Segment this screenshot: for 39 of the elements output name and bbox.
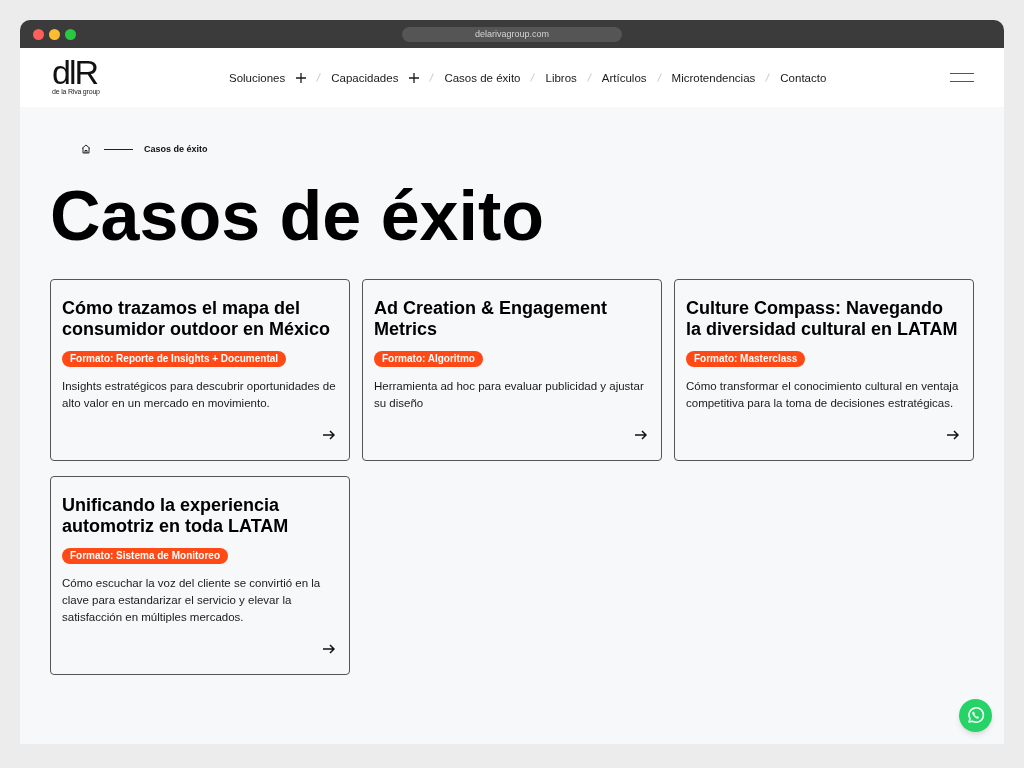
nav-link[interactable]: Casos de éxito: [444, 70, 521, 85]
phone-bubble-icon: [966, 706, 985, 725]
format-badge: Formato: Reporte de Insights + Documental: [62, 351, 287, 367]
page-title: Casos de éxito: [50, 178, 546, 254]
nav-link[interactable]: Libros: [545, 70, 577, 85]
maximize-window-icon[interactable]: [65, 28, 76, 40]
card-title: Culture Compass: Navegando la diversidad cultural en LATAM: [686, 298, 959, 340]
home-icon[interactable]: [81, 144, 91, 154]
minimize-window-icon[interactable]: [49, 28, 60, 40]
case-study-card[interactable]: [50, 476, 350, 675]
logo-wordmark[interactable]: dlR: [52, 59, 98, 86]
card-title: Cómo trazamos el mapa del consumidor outdoor en México: [62, 298, 331, 340]
breadcrumb-current: Casos de éxito: [144, 144, 208, 154]
format-badge: Formato: Algoritmo: [374, 351, 483, 367]
nav-link[interactable]: Microtendencias: [671, 70, 756, 85]
card-description: Cómo escuchar la voz del cliente se convirtió en la clave para estandarizar el servicio y elevar la satisfacción en múltiples mercados.: [62, 576, 322, 625]
card-description: Herramienta ad hoc para evaluar publicidad y ajustar su diseño: [374, 379, 645, 411]
case-study-card[interactable]: Cómo trazamos el mapa del consumidor outdoor en México Formato: Reporte de Insights + Documental Insights estratégicos para descubrir oportunidades de alto valor en un mercado en movimiento.: [50, 279, 350, 461]
plus-icon[interactable]: [409, 72, 420, 83]
case-study-card[interactable]: Culture Compass: Navegando la diversidad cultural en LATAM Formato: Masterclass Cómo transformar el conocimiento cultural en ventaja competitiva para la toma de decisiones estratégicas.: [674, 279, 974, 461]
format-badge: Formato: Masterclass: [686, 351, 806, 367]
card-title: Unificando la experiencia automotriz en toda LATAM: [62, 495, 290, 537]
arrow-right-icon: [635, 430, 647, 440]
address-bar[interactable]: delarivagroup.com: [402, 26, 622, 42]
card-description: Cómo transformar el conocimiento cultural en ventaja competitiva para la toma de decisiones estratégicas.: [686, 379, 960, 411]
nav-link[interactable]: Soluciones: [229, 70, 286, 85]
format-badge: Formato: Sistema de Monitoreo: [62, 548, 228, 564]
arrow-right-icon: [947, 430, 959, 440]
card-title: Ad Creation & Engagement Metrics: [374, 298, 609, 340]
arrow-right-icon: [323, 644, 335, 654]
case-study-card[interactable]: Ad Creation & Engagement Metrics Formato: Algoritmo Herramienta ad hoc para evaluar publicidad y ajustar su diseño: [362, 279, 662, 461]
arrow-right-icon: [323, 430, 335, 440]
menu-icon[interactable]: [950, 73, 974, 82]
close-window-icon[interactable]: [33, 28, 44, 40]
nav-link[interactable]: Contacto: [780, 70, 827, 85]
nav-link[interactable]: Artículos: [601, 70, 647, 85]
plus-icon[interactable]: [296, 72, 307, 83]
nav-link[interactable]: Capacidades: [331, 70, 399, 85]
card-description: Insights estratégicos para descubrir oportunidades de alto valor en un mercado en movimiento.: [62, 379, 337, 411]
